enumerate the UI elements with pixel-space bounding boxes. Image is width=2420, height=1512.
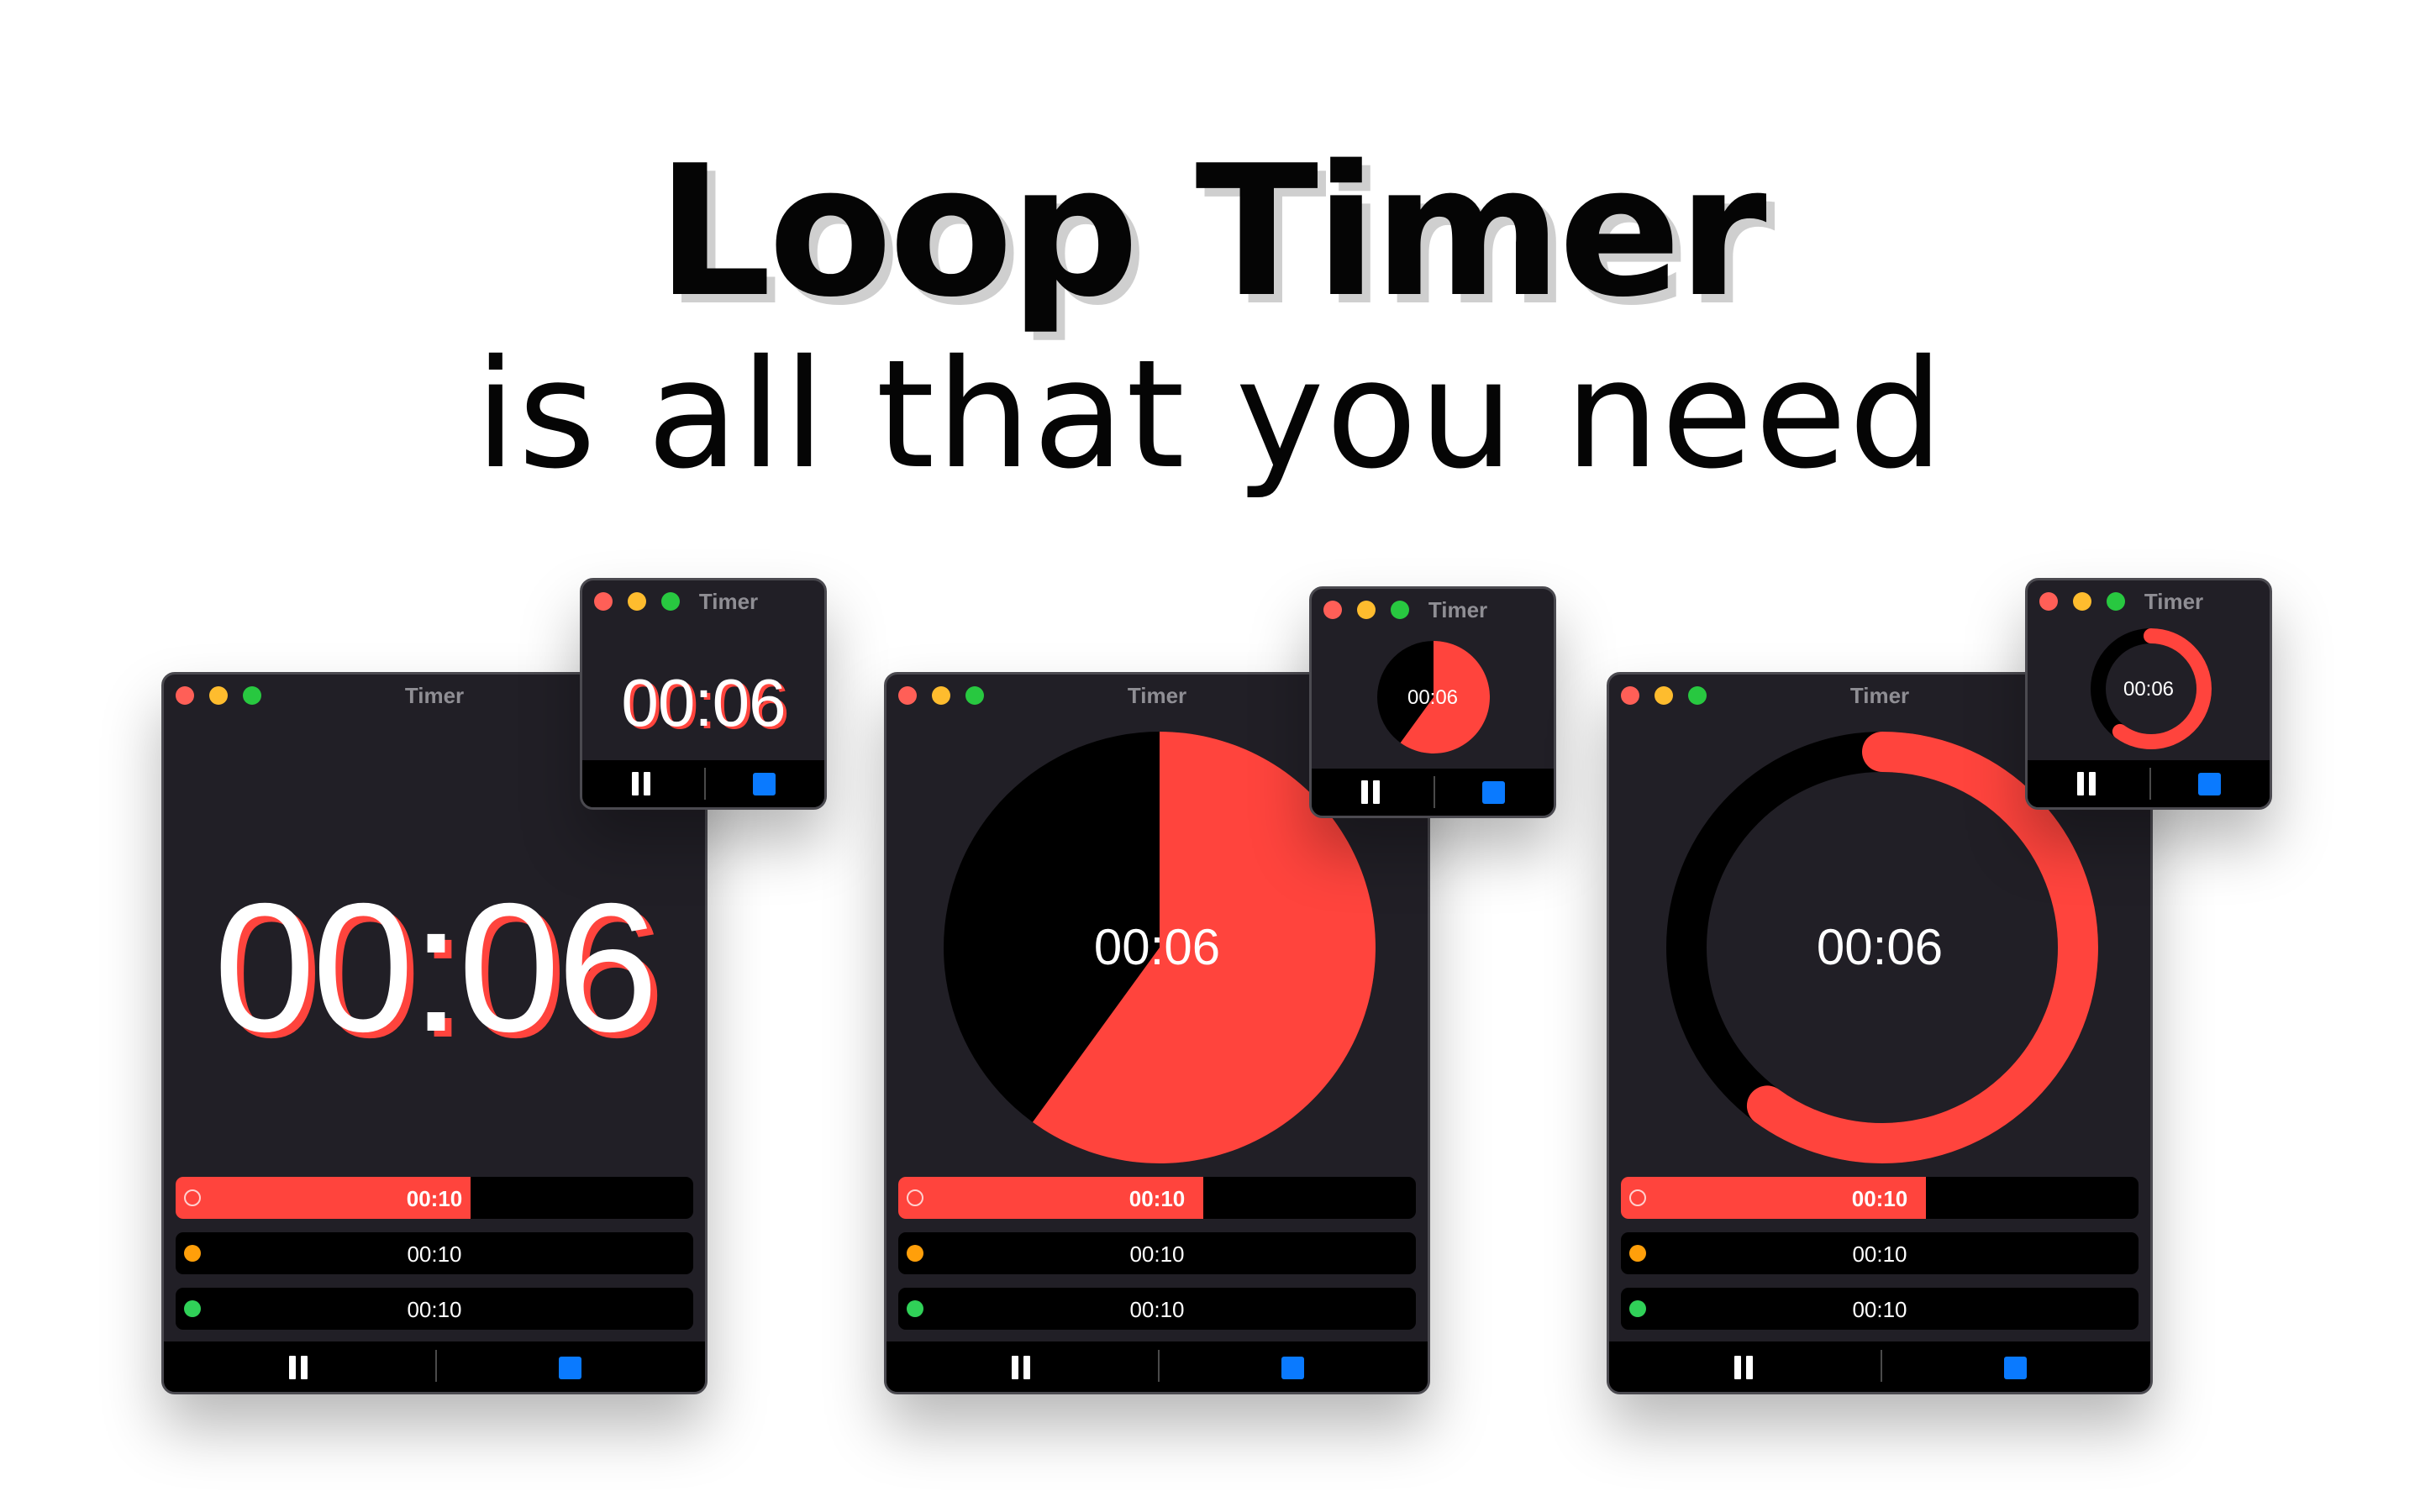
pause-icon[interactable] (630, 772, 652, 795)
window-title: Timer (698, 589, 759, 614)
control-bar (1312, 769, 1554, 816)
interval-time: 00:10 (406, 1186, 463, 1211)
interval-row[interactable]: 00:10 (1621, 1232, 2139, 1274)
timer-display: 00:06 (213, 866, 659, 1070)
interval-time: 00:10 (1851, 1186, 1908, 1211)
interval-time: 00:10 (1128, 1186, 1186, 1211)
control-bar (582, 760, 824, 807)
mini-timer-window-pie: Timer 00:06 (1309, 586, 1556, 818)
pause-icon[interactable] (2075, 772, 2097, 795)
control-divider (1434, 776, 1435, 808)
control-bar (886, 1341, 1428, 1392)
headline-subtitle: is all that you need (475, 328, 1945, 501)
stop-icon[interactable] (1281, 1357, 1304, 1379)
interval-time: 00:10 (407, 1297, 462, 1322)
interval-row[interactable]: 00:10 (898, 1177, 1416, 1219)
timer-display: 00:06 (621, 665, 786, 740)
interval-row[interactable]: 00:10 (1621, 1288, 2139, 1330)
interval-time: 00:10 (1129, 1242, 1185, 1267)
stop-icon[interactable] (1482, 781, 1505, 804)
stop-icon[interactable] (2004, 1357, 2027, 1379)
window-titlebar[interactable]: Timer (1312, 589, 1554, 636)
timer-display: 00:06 (1407, 686, 1459, 709)
mini-timer-window-ring: Timer 00:06 (2025, 578, 2272, 810)
window-titlebar[interactable]: Timer (2028, 580, 2270, 627)
interval-time: 00:10 (407, 1242, 462, 1267)
window-title: Timer (1428, 597, 1488, 622)
control-divider (435, 1350, 437, 1382)
control-bar (164, 1341, 705, 1392)
control-bar (2028, 760, 2270, 807)
headline-title: Loop Timer (656, 126, 1766, 337)
timer-display: 00:06 (1816, 919, 1944, 975)
interval-row[interactable]: 00:10 (898, 1232, 1416, 1274)
interval-time: 00:10 (1852, 1297, 1907, 1322)
control-divider (704, 768, 706, 800)
control-bar (1609, 1341, 2150, 1392)
interval-row[interactable]: 00:10 (898, 1288, 1416, 1330)
stop-icon[interactable] (559, 1357, 581, 1379)
interval-row[interactable]: 00:10 (176, 1288, 693, 1330)
mini-timer-window-digital: Timer 00:06 (580, 578, 827, 810)
close-button[interactable] (1323, 601, 1342, 619)
close-button[interactable] (2039, 592, 2058, 611)
interval-time: 00:10 (1129, 1297, 1185, 1322)
pause-icon[interactable] (1733, 1356, 1754, 1379)
close-button[interactable] (594, 592, 613, 611)
interval-row[interactable]: 00:10 (1621, 1177, 2139, 1219)
window-title: Timer (2144, 589, 2204, 614)
interval-row[interactable]: 00:10 (176, 1177, 693, 1219)
stop-icon[interactable] (753, 773, 776, 795)
pause-icon[interactable] (287, 1356, 309, 1379)
timer-display: 00:06 (2123, 678, 2175, 701)
control-divider (2149, 768, 2151, 800)
pause-icon[interactable] (1010, 1356, 1032, 1379)
control-divider (1881, 1350, 1882, 1382)
window-titlebar[interactable]: Timer (582, 580, 824, 627)
pause-icon[interactable] (1360, 780, 1381, 804)
interval-time: 00:10 (1852, 1242, 1907, 1267)
control-divider (1158, 1350, 1160, 1382)
stop-icon[interactable] (2198, 773, 2221, 795)
timer-display: 00:06 (1093, 919, 1221, 975)
interval-row[interactable]: 00:10 (176, 1232, 693, 1274)
